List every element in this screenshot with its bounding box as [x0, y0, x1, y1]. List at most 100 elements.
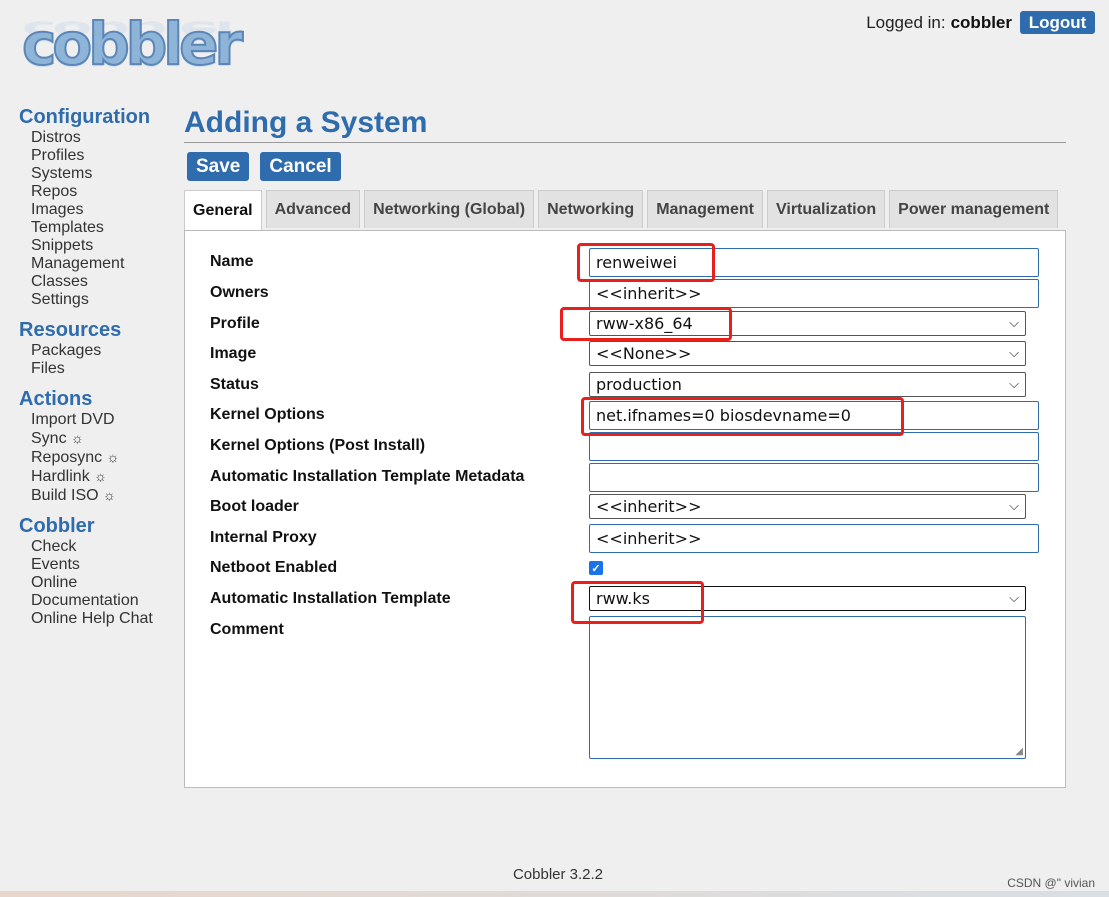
- username: cobbler: [950, 12, 1012, 32]
- sidebar-title-cobbler: Cobbler: [19, 515, 95, 537]
- row-autoinstall-template: Automatic Installation Template: [210, 590, 590, 608]
- sidebar-item-repos[interactable]: Repos: [31, 183, 179, 201]
- sidebar-item-images[interactable]: Images: [31, 201, 179, 219]
- page-title: Adding a System: [184, 104, 1066, 143]
- kernel-options-post-input[interactable]: [589, 432, 1039, 461]
- sidebar-item-snippets[interactable]: Snippets: [31, 237, 179, 255]
- tab-networking-global[interactable]: Networking (Global): [364, 190, 535, 228]
- sidebar-item-files[interactable]: Files: [31, 360, 179, 378]
- tab-networking[interactable]: Networking: [538, 190, 644, 228]
- image-select[interactable]: <<None>> ⌵: [589, 341, 1026, 366]
- gear-icon: ☼: [71, 430, 84, 446]
- save-button[interactable]: Save: [187, 152, 250, 181]
- status-select-value: production: [596, 375, 682, 394]
- tab-management[interactable]: Management: [647, 190, 763, 228]
- logged-in-label: Logged in:: [866, 12, 946, 32]
- tab-power-management[interactable]: Power management: [889, 190, 1059, 228]
- chevron-down-icon: ⌵: [1009, 346, 1019, 361]
- boot-loader-select[interactable]: <<inherit>> ⌵: [589, 494, 1026, 519]
- highlight-box-name: [577, 243, 715, 282]
- sidebar-section-configuration: Configuration Distros Profiles Systems R…: [19, 105, 179, 309]
- sidebar-item-label: Sync: [31, 430, 67, 447]
- sidebar-item-systems[interactable]: Systems: [31, 165, 179, 183]
- sidebar-item-management[interactable]: Management: [31, 255, 179, 273]
- netboot-enabled-checkbox[interactable]: ✓: [589, 561, 603, 575]
- netboot-enabled-label: Netboot Enabled: [210, 559, 338, 576]
- sidebar-title-configuration: Configuration: [19, 106, 151, 128]
- owners-input[interactable]: <<inherit>>: [589, 279, 1039, 308]
- sidebar-item-sync[interactable]: Sync ☼: [31, 429, 179, 448]
- boot-loader-select-value: <<inherit>>: [596, 497, 702, 516]
- gear-icon: ☼: [94, 468, 107, 484]
- general-form-panel: Name renweiwei Owners <<inherit>> Profil…: [184, 230, 1066, 788]
- gear-icon: ☼: [103, 487, 116, 503]
- sidebar-title-actions: Actions: [19, 388, 93, 410]
- sidebar-item-distros[interactable]: Distros: [31, 129, 179, 147]
- row-autoinstall-meta: Automatic Installation Template Metadata: [210, 468, 590, 486]
- status-label: Status: [210, 376, 259, 393]
- sidebar-section-resources: Resources Packages Files: [19, 318, 179, 378]
- chevron-down-icon: ⌵: [1009, 591, 1019, 606]
- cancel-button[interactable]: Cancel: [260, 152, 341, 181]
- sidebar-item-label: Build ISO: [31, 487, 99, 504]
- internal-proxy-input[interactable]: <<inherit>>: [589, 524, 1039, 553]
- watermark: CSDN @" vivian: [1007, 876, 1095, 890]
- row-name: Name: [210, 253, 590, 271]
- comment-label: Comment: [210, 621, 284, 638]
- sidebar-item-packages[interactable]: Packages: [31, 342, 179, 360]
- autoinstall-meta-input[interactable]: [589, 463, 1039, 492]
- row-internal-proxy: Internal Proxy: [210, 529, 590, 547]
- sidebar-item-documentation[interactable]: Documentation: [31, 592, 179, 610]
- main-content: Adding a System Save Cancel General Adva…: [184, 104, 1066, 788]
- kernel-options-post-label: Kernel Options (Post Install): [210, 437, 426, 454]
- row-netboot-enabled: Netboot Enabled: [210, 559, 590, 577]
- chevron-down-icon: ⌵: [1009, 316, 1019, 331]
- comment-textarea[interactable]: ◢: [589, 616, 1026, 759]
- highlight-box-autoinstall: [571, 581, 704, 624]
- highlight-box-kernel-options: [581, 397, 904, 436]
- sidebar-section-actions: Actions Import DVD Sync ☼ Reposync ☼ Har…: [19, 387, 179, 505]
- sidebar-item-import-dvd[interactable]: Import DVD: [31, 411, 179, 429]
- sidebar-item-reposync[interactable]: Reposync ☼: [31, 448, 179, 467]
- name-label: Name: [210, 253, 254, 270]
- form-actions: Save Cancel: [187, 152, 1066, 181]
- sidebar-item-events[interactable]: Events: [31, 556, 179, 574]
- logo-text: cobbler: [21, 9, 244, 79]
- bottom-strip: [0, 891, 1109, 897]
- sidebar-section-cobbler: Cobbler Check Events Online Documentatio…: [19, 514, 179, 628]
- chevron-down-icon: ⌵: [1009, 377, 1019, 392]
- row-image: Image: [210, 345, 590, 363]
- footer-version: Cobbler 3.2.2: [512, 866, 604, 883]
- sidebar-item-label: Hardlink: [31, 468, 90, 485]
- status-select[interactable]: production ⌵: [589, 372, 1026, 397]
- sidebar-item-build-iso[interactable]: Build ISO ☼: [31, 486, 179, 505]
- chevron-down-icon: ⌵: [1009, 499, 1019, 514]
- logout-button[interactable]: Logout: [1020, 11, 1095, 34]
- sidebar-item-classes[interactable]: Classes: [31, 273, 179, 291]
- tab-advanced[interactable]: Advanced: [265, 190, 361, 228]
- gear-icon: ☼: [106, 449, 120, 465]
- tab-general[interactable]: General: [184, 190, 262, 230]
- row-kernel-options: Kernel Options: [210, 406, 590, 424]
- cobbler-logo: cobbler cobbler: [21, 9, 247, 90]
- highlight-box-profile: [560, 307, 732, 341]
- row-profile: Profile: [210, 315, 590, 333]
- row-comment: Comment: [210, 621, 590, 639]
- boot-loader-label: Boot loader: [210, 498, 299, 515]
- sidebar-item-templates[interactable]: Templates: [31, 219, 179, 237]
- row-status: Status: [210, 376, 590, 394]
- tab-bar: General Advanced Networking (Global) Net…: [184, 190, 1066, 230]
- image-label: Image: [210, 345, 257, 362]
- resize-grip-icon[interactable]: ◢: [1015, 746, 1023, 757]
- sidebar-title-resources: Resources: [19, 319, 122, 341]
- profile-label: Profile: [210, 315, 260, 332]
- sidebar-item-settings[interactable]: Settings: [31, 291, 179, 309]
- sidebar-item-online-help-chat[interactable]: Online Help Chat: [31, 610, 179, 628]
- tab-virtualization[interactable]: Virtualization: [766, 190, 886, 228]
- autoinstall-meta-label: Automatic Installation Template Metadata: [210, 468, 525, 485]
- sidebar-item-hardlink[interactable]: Hardlink ☼: [31, 467, 179, 486]
- sidebar-item-check[interactable]: Check: [31, 538, 179, 556]
- owners-label: Owners: [210, 284, 269, 301]
- sidebar-item-profiles[interactable]: Profiles: [31, 147, 179, 165]
- sidebar-item-online[interactable]: Online: [31, 574, 179, 592]
